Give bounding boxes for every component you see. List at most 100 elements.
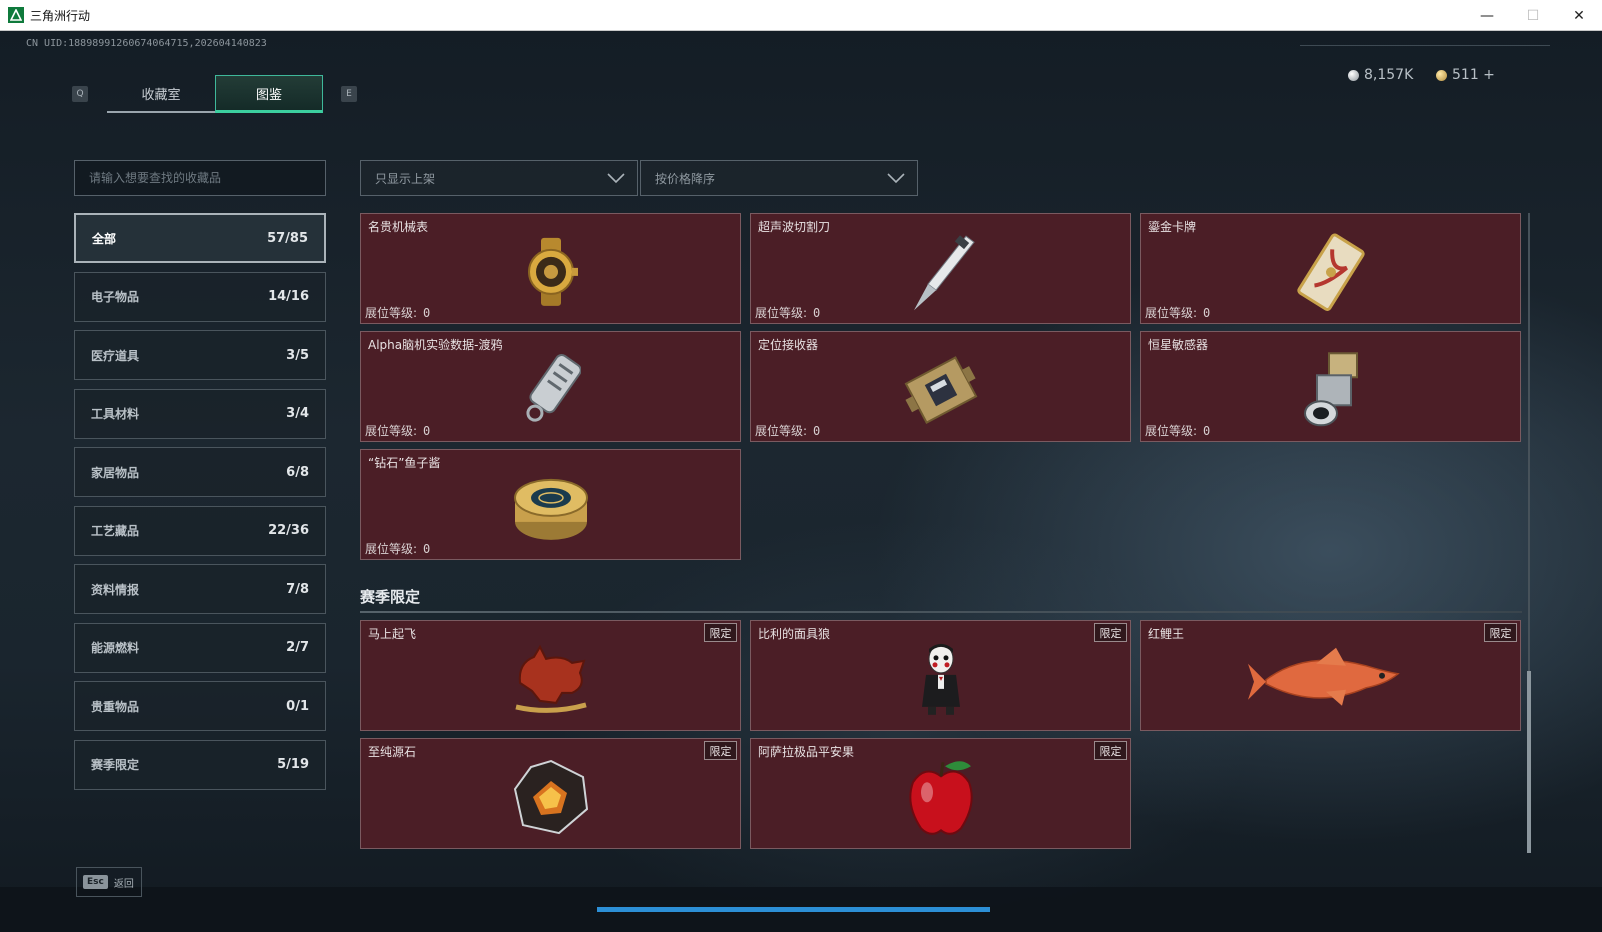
category-intel[interactable]: 资料情报 7/8 <box>74 564 326 614</box>
silver-amount: 8,157K <box>1364 67 1414 83</box>
item-name: 阿萨拉极品平安果 <box>758 745 855 759</box>
minimize-button[interactable]: — <box>1464 0 1510 31</box>
item-level: 展位等级: 0 <box>755 306 821 320</box>
chevron-down-icon <box>607 173 625 184</box>
uid-text: CN UID:18898991260674064715,202604140823 <box>26 38 267 49</box>
data-drive-icon <box>525 353 581 422</box>
item-name: 恒星敏感器 <box>1148 338 1209 352</box>
item-card[interactable]: 定位接收器 展位等级: 0 <box>750 331 1131 442</box>
item-card[interactable]: Alpha脑机实验数据-渡鸦 展位等级: 0 <box>360 331 741 442</box>
item-level: 展位等级: 0 <box>1145 306 1211 320</box>
item-card[interactable]: “钻石”鱼子酱 展位等级: 0 <box>360 449 741 560</box>
loading-progress-bar <box>597 907 990 912</box>
item-name: 至纯源石 <box>368 745 417 759</box>
category-count: 22/36 <box>268 523 309 538</box>
key-hint-next: E <box>341 86 357 102</box>
category-label: 能源燃料 <box>91 641 140 655</box>
category-season[interactable]: 赛季限定 5/19 <box>74 739 326 790</box>
season-item-card[interactable]: 比利的面具狼 限定 <box>750 620 1131 731</box>
item-level: 展位等级: 0 <box>365 424 431 438</box>
category-energy[interactable]: 能源燃料 2/7 <box>74 622 326 673</box>
item-card[interactable]: 恒星敏感器 展位等级: 0 <box>1140 331 1521 442</box>
sensor-icon <box>1303 351 1358 426</box>
item-name: 比利的面具狼 <box>758 627 831 641</box>
key-hint-prev: Q <box>72 86 88 102</box>
sort-dropdown[interactable]: 按价格降序 <box>640 160 918 196</box>
category-count: 5/19 <box>277 757 309 772</box>
category-count: 7/8 <box>286 581 309 597</box>
category-label: 资料情报 <box>91 582 140 597</box>
category-label: 工具材料 <box>91 407 140 421</box>
window-title: 三角洲行动 <box>30 8 91 23</box>
category-medical[interactable]: 医疗道具 3/5 <box>74 330 326 380</box>
item-name: 鎏金卡牌 <box>1148 220 1197 234</box>
category-list: 全部 57/85 电子物品 14/16 医疗道具 3/5 工具材料 3/4 家居物品 6/… <box>74 213 326 798</box>
category-label: 电子物品 <box>91 290 140 304</box>
sort-value: 按价格降序 <box>655 171 716 186</box>
category-label: 全部 <box>92 231 117 246</box>
category-label: 家居物品 <box>91 465 140 480</box>
card-icon <box>1296 232 1365 311</box>
watch-icon <box>527 237 578 306</box>
item-name: Alpha脑机实验数据-渡鸦 <box>368 338 503 352</box>
tab-collection-room[interactable]: 收藏室 <box>107 75 215 113</box>
item-card[interactable]: 鎏金卡牌 展位等级: 0 <box>1140 213 1521 324</box>
season-item-card[interactable]: 红鲤王 限定 <box>1140 620 1521 731</box>
season-section-title: 赛季限定 <box>360 588 421 606</box>
category-label: 工艺藏品 <box>91 524 140 538</box>
scrollbar-thumb[interactable] <box>1527 671 1531 853</box>
chevron-down-icon <box>887 173 905 184</box>
item-name: 马上起飞 <box>368 627 417 641</box>
category-label: 贵重物品 <box>91 699 140 714</box>
limited-badge: 限定 <box>704 741 737 760</box>
back-button[interactable]: Esc 返回 <box>76 867 142 897</box>
item-name: 定位接收器 <box>758 338 819 352</box>
limited-badge: 限定 <box>1484 623 1517 642</box>
item-card[interactable]: 超声波切割刀 展位等级: 0 <box>750 213 1131 324</box>
shelf-filter-dropdown[interactable]: 只显示上架 <box>360 160 638 196</box>
season-item-card[interactable]: 马上起飞 限定 <box>360 620 741 731</box>
puppet-icon <box>921 643 960 715</box>
gold-amount: 511 + <box>1452 67 1495 83</box>
tab-catalog[interactable]: 图鉴 <box>215 75 323 113</box>
search-input[interactable] <box>74 160 326 196</box>
silver-coin-icon <box>1348 69 1359 81</box>
item-name: 红鲤王 <box>1148 627 1185 641</box>
fish-icon <box>1247 647 1400 706</box>
item-name: “钻石”鱼子酱 <box>368 456 441 470</box>
header-divider <box>1300 45 1550 46</box>
category-household[interactable]: 家居物品 6/8 <box>74 447 326 497</box>
item-level: 展位等级: 0 <box>365 542 431 556</box>
season-item-card[interactable]: 阿萨拉极品平安果 限定 <box>750 738 1131 849</box>
category-count: 0/1 <box>286 698 309 714</box>
limited-badge: 限定 <box>1094 623 1127 642</box>
limited-badge: 限定 <box>704 623 737 642</box>
category-valuables[interactable]: 贵重物品 0/1 <box>74 681 326 731</box>
tab-bar: 收藏室 图鉴 <box>107 75 323 113</box>
item-card[interactable]: 名贵机械表 展位等级: 0 <box>360 213 741 324</box>
category-all[interactable]: 全部 57/85 <box>74 213 326 263</box>
category-count: 3/4 <box>286 406 309 421</box>
season-item-card[interactable]: 至纯源石 限定 <box>360 738 741 849</box>
game-viewport: CN UID:18898991260674064715,202604140823… <box>0 31 1602 932</box>
category-label: 赛季限定 <box>91 758 140 772</box>
category-count: 57/85 <box>267 230 308 246</box>
knife-icon <box>913 234 975 310</box>
item-level: 展位等级: 0 <box>365 306 431 320</box>
item-name: 超声波切割刀 <box>758 220 831 234</box>
item-level: 展位等级: 0 <box>1145 424 1211 438</box>
currency-gold[interactable]: 511 + <box>1436 67 1495 83</box>
section-divider <box>360 611 1522 613</box>
category-crafts[interactable]: 工艺藏品 22/36 <box>74 505 326 556</box>
back-label: 返回 <box>113 878 134 890</box>
receiver-icon <box>904 355 977 424</box>
crystal-icon <box>513 759 588 834</box>
category-electronics[interactable]: 电子物品 14/16 <box>74 271 326 322</box>
close-button[interactable]: ✕ <box>1556 0 1602 31</box>
category-tools[interactable]: 工具材料 3/4 <box>74 388 326 439</box>
category-count: 6/8 <box>286 464 309 480</box>
app-logo-icon <box>8 7 24 23</box>
category-label: 医疗道具 <box>91 348 140 363</box>
item-name: 名贵机械表 <box>368 220 429 234</box>
maximize-button[interactable]: ☐ <box>1510 0 1556 31</box>
